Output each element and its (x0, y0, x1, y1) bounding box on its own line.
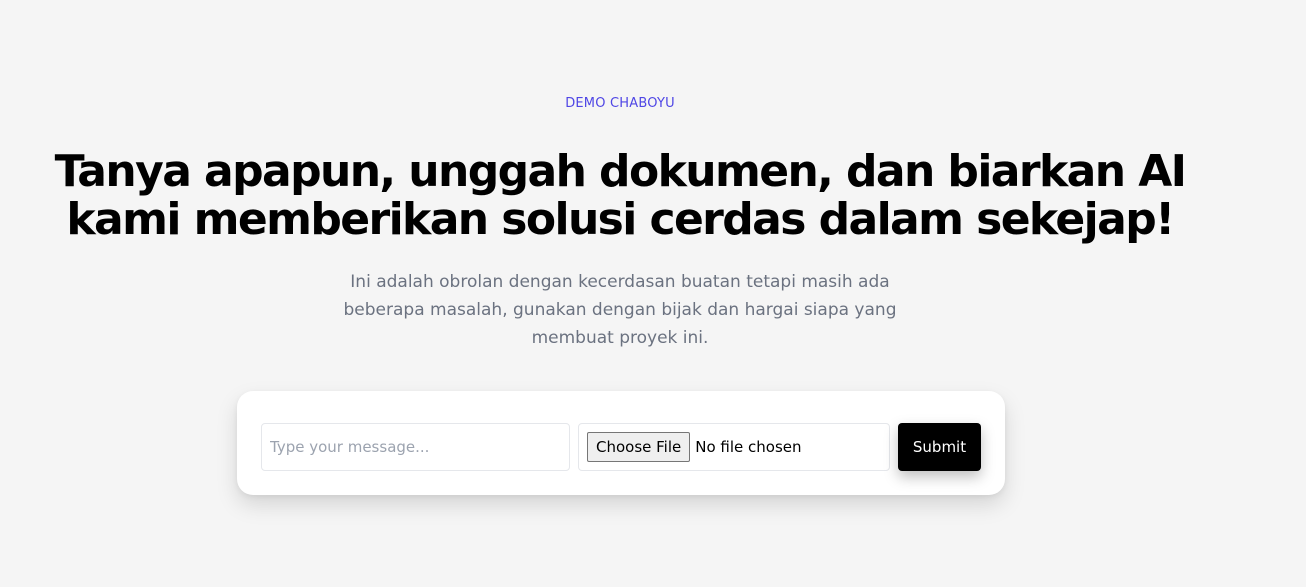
page-title-line-1: Tanya apapun, unggah dokumen, dan biarka… (54, 146, 1187, 197)
page-description-line-2: beberapa masalah, gunakan dengan bijak d… (343, 300, 897, 320)
submit-button[interactable]: Submit (898, 423, 981, 471)
chat-form: Choose File No file chosen Submit (237, 391, 1005, 495)
page-title: Tanya apapun, unggah dokumen, dan biarka… (0, 148, 1240, 244)
file-status-text: No file chosen (695, 438, 802, 456)
page-description-line-3: membuat proyek ini. (531, 328, 709, 348)
choose-file-button[interactable]: Choose File (587, 432, 691, 462)
eyebrow-label: DEMO CHABOYU (565, 96, 675, 111)
page-description: Ini adalah obrolan dengan kecerdasan bua… (330, 268, 910, 352)
page-description-line-1: Ini adalah obrolan dengan kecerdasan bua… (350, 272, 890, 292)
file-upload-field[interactable]: Choose File No file chosen (578, 423, 890, 471)
page-title-line-2: kami memberikan solusi cerdas dalam seke… (66, 194, 1175, 245)
message-input[interactable] (261, 423, 570, 471)
